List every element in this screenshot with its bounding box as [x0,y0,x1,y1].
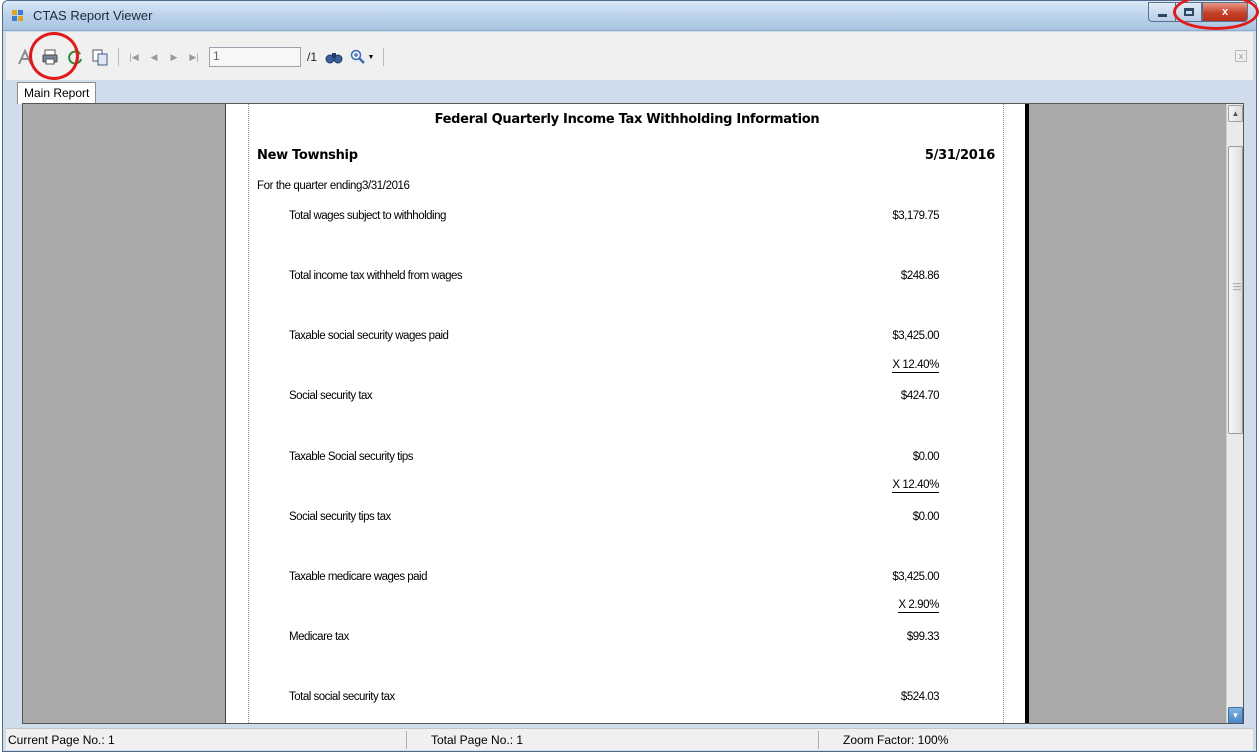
last-page-icon: ▶| [189,51,199,62]
window-title: CTAS Report Viewer [33,8,153,23]
zoom-button[interactable]: ▼ [348,47,376,67]
report-row-value: $99.33 [906,631,940,643]
report-row-label: Social security tips tax [289,511,391,523]
report-rate: X 12.40% [859,359,939,373]
report-row-label: Taxable Social security tips [289,451,414,463]
toolbar-close-button[interactable]: x [1235,50,1247,62]
scroll-down-button[interactable]: ▼ [1228,707,1243,723]
report-row-label: Taxable medicare wages paid [289,571,428,583]
page-number-input[interactable]: 1 [209,47,301,67]
vertical-scrollbar[interactable]: ▲ — — — ▼ [1226,104,1243,723]
report-row-value: $248.86 [900,270,940,282]
copy-icon [92,49,108,66]
next-page-icon: ▶ [170,51,178,62]
chevron-down-icon: ▼ [367,53,375,61]
last-page-button[interactable]: ▶| [185,47,203,67]
report-title: Federal Quarterly Income Tax Withholding… [434,112,820,127]
report-row-value: $3,425.00 [892,330,939,342]
report-viewer-window: CTAS Report Viewer x |◀ ◀ ▶ ▶| 1 /1 ▼ x … [2,0,1257,752]
copy-button[interactable] [89,47,111,67]
previous-page-icon: ◀ [150,51,158,62]
first-page-button[interactable]: |◀ [125,47,143,67]
tab-main-report[interactable]: Main Report [17,82,97,104]
find-icon [325,53,343,64]
report-rate-text: X 2.90% [898,599,939,613]
status-bar: Current Page No.: 1 Total Page No.: 1 Zo… [6,728,1253,750]
report-row-label: Total social security tax [289,691,395,703]
report-row-value: $0.00 [912,451,940,463]
close-icon: x [1238,51,1244,61]
report-date: 5/31/2016 [924,148,995,163]
status-divider [406,731,407,749]
report-view-area[interactable]: Federal Quarterly Income Tax Withholding… [22,103,1244,724]
status-divider [818,731,819,749]
app-icon [12,10,26,22]
report-rate-text: X 12.40% [892,479,939,493]
report-entity-name: New Township [257,148,358,163]
report-row-label: Social security tax [289,390,373,402]
report-rate: X 12.40% [859,479,939,493]
first-page-icon: |◀ [129,51,139,62]
previous-page-button[interactable]: ◀ [145,47,163,67]
report-rate-text: X 12.40% [892,359,939,373]
toolbar-separator [383,48,384,66]
report-row-label: Taxable social security wages paid [289,330,449,342]
report-row-label: Total wages subject to withholding [289,210,446,222]
grip-icon: — — — [1233,279,1241,294]
report-rate: X 2.90% [859,599,939,613]
scrollbar-thumb[interactable]: — — — [1228,146,1243,434]
annotation-circle-print [29,32,79,80]
minimize-icon [1157,13,1167,17]
next-page-button[interactable]: ▶ [165,47,183,67]
minimize-button[interactable] [1148,2,1175,22]
report-page: Federal Quarterly Income Tax Withholding… [225,104,1029,723]
report-row-value: $0.00 [912,511,940,523]
page-total-label: /1 [307,50,318,64]
chevron-down-icon: ▼ [1231,711,1240,720]
title-bar[interactable]: CTAS Report Viewer x [3,1,1256,31]
report-quarter-line: For the quarter ending3/31/2016 [257,180,410,192]
report-row-value: $524.03 [900,691,940,703]
scroll-up-button[interactable]: ▲ [1228,105,1243,122]
toolbar: |◀ ◀ ▶ ▶| 1 /1 ▼ x Main Report [6,32,1253,104]
report-row-label: Medicare tax [289,631,349,643]
chevron-up-icon: ▲ [1231,109,1240,118]
find-button[interactable] [323,47,345,67]
report-row-value: $3,425.00 [892,571,939,583]
zoom-factor-status: Zoom Factor: 100% [843,733,949,747]
report-row-value: $424.70 [900,390,940,402]
toolbar-separator [118,48,119,66]
current-page-status: Current Page No.: 1 [8,733,115,747]
total-pages-status: Total Page No.: 1 [431,733,524,747]
report-row-label: Total income tax withheld from wages [289,270,463,282]
report-page-border: Federal Quarterly Income Tax Withholding… [248,104,1004,723]
report-row-value: $3,179.75 [892,210,939,222]
zoom-icon [350,49,365,64]
